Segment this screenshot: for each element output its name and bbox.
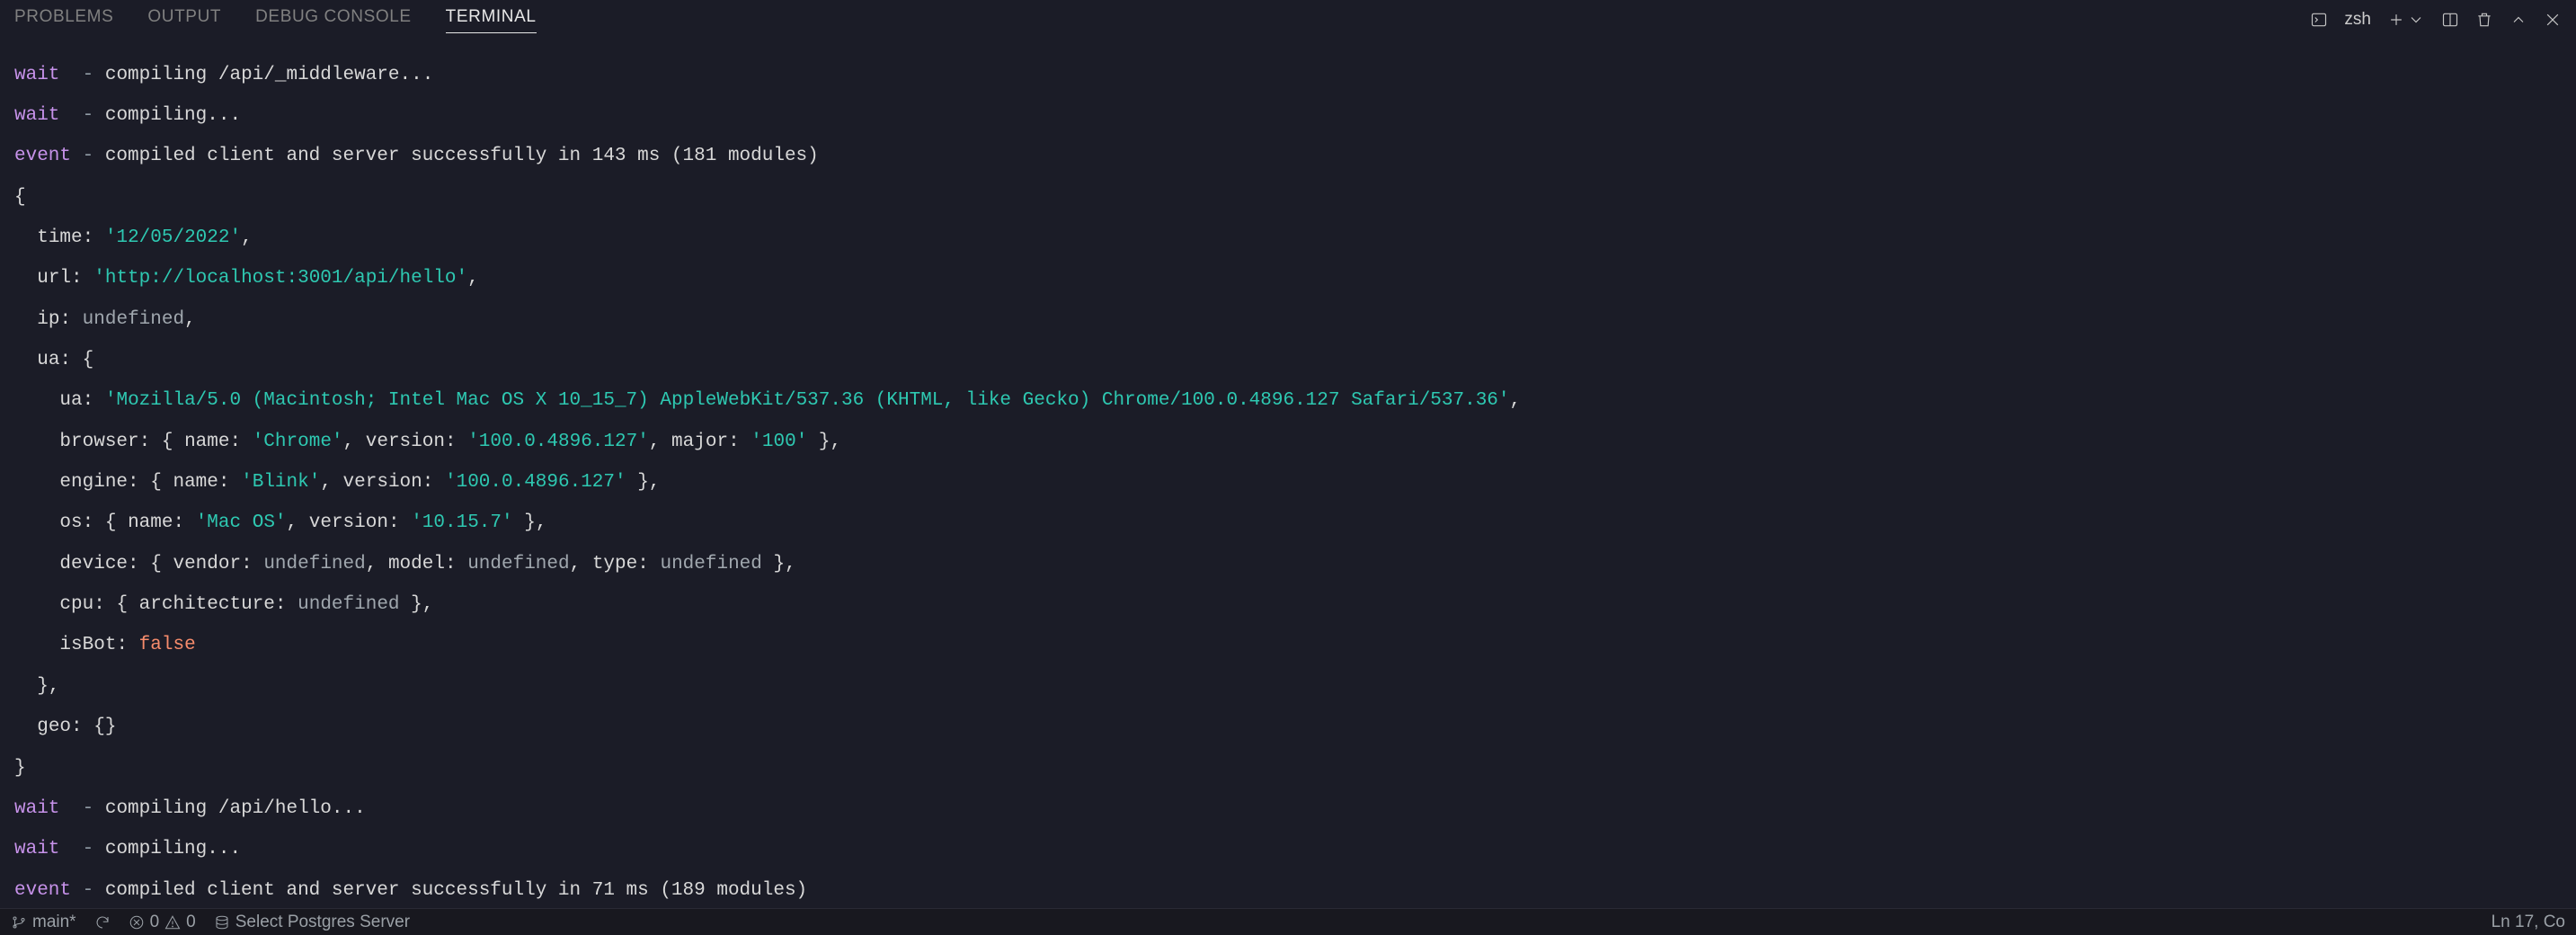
obj-val: 'Mac OS' <box>196 512 287 533</box>
error-icon <box>129 914 145 931</box>
obj-key: cpu <box>59 594 93 615</box>
obj-subkey: version <box>343 472 422 493</box>
obj-key: browser <box>59 432 138 452</box>
tab-debug-console[interactable]: DEBUG CONSOLE <box>255 7 412 32</box>
postgres-item[interactable]: Select Postgres Server <box>214 913 410 932</box>
obj-key: ip <box>37 309 59 330</box>
obj-open: { <box>14 188 2562 209</box>
git-branch-icon <box>11 914 27 931</box>
log-text: compiling /api/_middleware... <box>105 65 433 85</box>
obj-close: }, <box>14 677 2562 698</box>
obj-key: os <box>59 512 82 533</box>
obj-subkey: major <box>671 432 728 452</box>
obj-subkey: name <box>173 472 218 493</box>
obj-subkey: name <box>128 512 173 533</box>
sync-icon <box>94 914 111 931</box>
new-terminal-icon[interactable] <box>2387 11 2405 29</box>
obj-val: undefined <box>298 594 399 615</box>
obj-subkey: architecture <box>139 594 275 615</box>
obj-val: '100.0.4896.127' <box>445 472 626 493</box>
obj-key: ua <box>59 390 82 411</box>
status-bar: main* 0 0 Select Postgres Server Ln 17, … <box>0 908 2576 935</box>
log-dash: - <box>59 65 104 85</box>
problems-count-item[interactable]: 0 0 <box>129 913 196 932</box>
log-dash: - <box>59 105 104 126</box>
obj-val: '10.15.7' <box>411 512 512 533</box>
obj-key: time <box>37 227 82 248</box>
line-col-item[interactable]: Ln 17, Co <box>2492 913 2565 932</box>
log-text: compiled client and server successfully … <box>105 146 819 166</box>
obj-key: geo <box>37 717 71 737</box>
obj-val: undefined <box>660 554 761 574</box>
sync-item[interactable] <box>94 914 111 931</box>
terminal-toolbar: zsh <box>2310 10 2562 30</box>
log-dash: - <box>71 146 105 166</box>
obj-val: 'http://localhost:3001/api/hello' <box>93 268 467 289</box>
line-col-text: Ln 17, Co <box>2492 913 2565 932</box>
log-prefix: wait <box>14 839 59 859</box>
log-text: compiling /api/hello... <box>105 798 366 819</box>
obj-val: '100.0.4896.127' <box>467 432 649 452</box>
tab-problems[interactable]: PROBLEMS <box>14 7 113 32</box>
postgres-label: Select Postgres Server <box>235 913 410 932</box>
log-prefix: wait <box>14 65 59 85</box>
log-prefix: event <box>14 880 71 901</box>
launch-profile-icon[interactable] <box>2310 11 2328 29</box>
obj-subkey: version <box>309 512 388 533</box>
log-dash: - <box>59 839 104 859</box>
terminal-output[interactable]: wait - compiling /api/_middleware... wai… <box>0 40 2576 935</box>
obj-close: } <box>14 759 2562 779</box>
shell-name-label[interactable]: zsh <box>2344 10 2371 30</box>
errors-count: 0 <box>150 913 160 932</box>
obj-key: url <box>37 268 71 289</box>
panel-tab-strip: PROBLEMS OUTPUT DEBUG CONSOLE TERMINAL z… <box>0 0 2576 40</box>
tab-terminal[interactable]: TERMINAL <box>446 7 537 33</box>
git-branch-item[interactable]: main* <box>11 913 76 932</box>
obj-subkey: name <box>184 432 229 452</box>
obj-val: undefined <box>263 554 365 574</box>
obj-val: 'Blink' <box>241 472 320 493</box>
log-dash: - <box>59 798 104 819</box>
new-terminal-dropdown-icon[interactable] <box>2407 11 2425 29</box>
obj-key: ua <box>37 350 59 370</box>
obj-val: false <box>139 635 196 655</box>
split-terminal-icon[interactable] <box>2441 11 2459 29</box>
obj-key: isBot <box>59 635 116 655</box>
log-prefix: event <box>14 146 71 166</box>
log-text: compiling... <box>105 105 241 126</box>
obj-subkey: model <box>388 554 445 574</box>
obj-subkey: type <box>592 554 637 574</box>
obj-key: engine <box>59 472 128 493</box>
maximize-panel-icon[interactable] <box>2509 11 2527 29</box>
close-panel-icon[interactable] <box>2544 11 2562 29</box>
log-text: compiling... <box>105 839 241 859</box>
log-text: compiled client and server successfully … <box>105 880 807 901</box>
obj-key: device <box>59 554 128 574</box>
obj-subkey: vendor <box>173 554 241 574</box>
tab-output[interactable]: OUTPUT <box>147 7 221 32</box>
branch-name: main* <box>32 913 76 932</box>
obj-val: '100' <box>751 432 807 452</box>
obj-val: '12/05/2022' <box>105 227 241 248</box>
obj-val: 'Mozilla/5.0 (Macintosh; Intel Mac OS X … <box>105 390 1510 411</box>
obj-subkey: version <box>366 432 445 452</box>
log-dash: - <box>71 880 105 901</box>
warnings-count: 0 <box>186 913 196 932</box>
obj-val: undefined <box>467 554 569 574</box>
obj-val: 'Chrome' <box>253 432 343 452</box>
log-prefix: wait <box>14 105 59 126</box>
database-icon <box>214 914 230 931</box>
warning-icon <box>164 914 181 931</box>
obj-val: undefined <box>83 309 184 330</box>
log-prefix: wait <box>14 798 59 819</box>
kill-terminal-icon[interactable] <box>2475 11 2493 29</box>
